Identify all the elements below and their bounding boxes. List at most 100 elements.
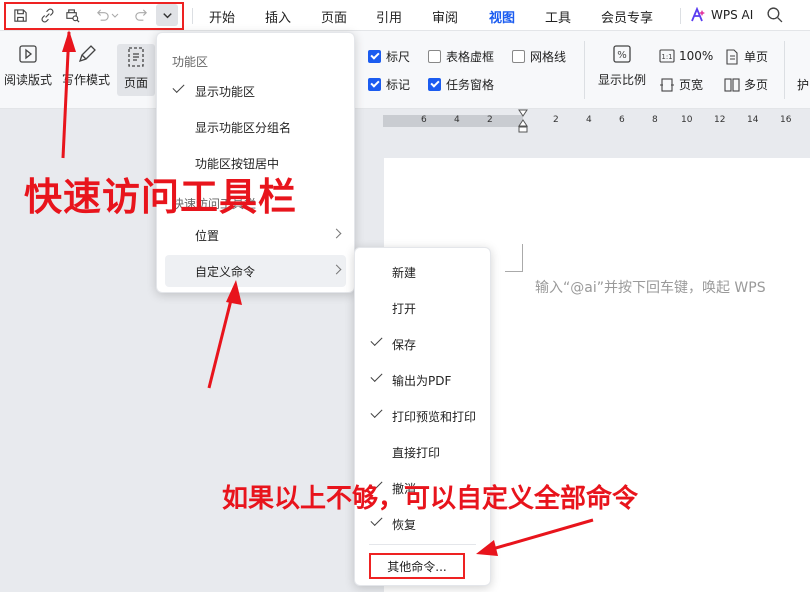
- ruler-label: 标尺: [386, 50, 411, 64]
- cmd-save[interactable]: 保存: [355, 328, 490, 360]
- menu-item-label: 显示功能区: [195, 84, 256, 99]
- zoom-100-button[interactable]: 1:1 100%: [659, 48, 713, 64]
- page-icon: [128, 47, 144, 67]
- task-pane-label: 任务窗格: [446, 78, 495, 92]
- undo-dropdown-icon[interactable]: [109, 5, 121, 25]
- check-icon: [370, 369, 383, 383]
- tab-tools[interactable]: 工具: [545, 7, 571, 26]
- page-width-label: 页宽: [679, 78, 704, 92]
- ruler-tick: 12: [714, 115, 726, 125]
- arrow-to-custom-commands: [207, 287, 236, 389]
- tab-references[interactable]: 引用: [376, 7, 402, 26]
- wps-ai-label: WPS AI: [711, 8, 754, 22]
- one-to-one-icon: 1:1: [659, 49, 675, 63]
- page-width-icon: [660, 77, 674, 92]
- multi-page-label: 多页: [744, 78, 769, 92]
- qat-customize-dropdown[interactable]: [156, 4, 178, 26]
- wps-ai-icon: [691, 7, 705, 22]
- annotation-custom-note: 如果以上不够，可以自定义全部命令: [222, 484, 639, 514]
- zoom-ratio-label: 显示比例: [598, 73, 647, 87]
- single-page-icon: [726, 48, 738, 65]
- cmd-print-preview[interactable]: 打印预览和打印: [355, 400, 490, 432]
- page-width-button[interactable]: 页宽: [659, 76, 703, 93]
- menu-item-show-ribbon[interactable]: 显示功能区: [157, 75, 354, 107]
- menu-separator: [369, 544, 476, 545]
- menu-item-label: 自定义命令: [195, 264, 256, 279]
- svg-text:%: %: [617, 50, 627, 61]
- check-icon: [370, 333, 383, 347]
- ruler-tick: 4: [586, 115, 592, 125]
- marks-label: 标记: [386, 78, 411, 92]
- ruler-checkbox[interactable]: 标尺: [368, 48, 410, 65]
- menu-item-label: 显示功能区分组名: [195, 120, 292, 135]
- gridlines-label: 网格线: [530, 50, 567, 64]
- annotation-qat-title: 快速访问工具栏: [24, 175, 298, 219]
- table-gridlines-check: [428, 50, 441, 63]
- ruler-tick: 2: [553, 115, 559, 125]
- ruler-tick: 6: [421, 115, 427, 125]
- redo-icon[interactable]: [131, 5, 151, 25]
- ruler-tick: 14: [747, 115, 759, 125]
- link-icon[interactable]: [37, 5, 57, 25]
- menu-item-position[interactable]: 位置: [157, 219, 354, 251]
- marks-check: [368, 78, 381, 91]
- wps-ai-button[interactable]: WPS AI: [690, 7, 753, 23]
- table-gridlines-label: 表格虚框: [446, 50, 495, 64]
- separator: [584, 41, 585, 99]
- tab-page[interactable]: 页面: [321, 7, 347, 26]
- tab-home[interactable]: 开始: [209, 7, 235, 26]
- task-pane-checkbox[interactable]: 任务窗格: [428, 76, 494, 93]
- menu-item-label: 新建: [392, 265, 417, 280]
- table-gridlines-checkbox[interactable]: 表格虚框: [428, 48, 494, 65]
- cmd-open[interactable]: 打开: [355, 292, 490, 324]
- gridlines-checkbox[interactable]: 网格线: [512, 48, 566, 65]
- page-view-button[interactable]: 页面: [117, 44, 155, 96]
- menu-item-label: 恢复: [392, 517, 417, 532]
- horizontal-ruler[interactable]: 6 4 2 2 4 6 8 10 12 14 16: [383, 109, 810, 133]
- zoom-100-label: 100%: [679, 49, 714, 63]
- ruler-tick: 6: [619, 115, 625, 125]
- write-mode-button[interactable]: 写作模式: [62, 43, 110, 88]
- cmd-direct-print[interactable]: 直接打印: [355, 436, 490, 468]
- print-preview-icon[interactable]: [62, 5, 82, 25]
- menu-item-label: 位置: [195, 228, 220, 243]
- menu-item-label: 打印预览和打印: [392, 409, 477, 424]
- single-page-button[interactable]: 单页: [724, 48, 768, 65]
- check-icon: [172, 80, 185, 94]
- marks-checkbox[interactable]: 标记: [368, 76, 410, 93]
- more-commands-button[interactable]: 其他命令...: [369, 553, 465, 579]
- ribbon: 阅读版式 写作模式 页面 标尺 表格虚框 网格线 标记 任务窗格 % 显示比例 …: [0, 31, 810, 109]
- tab-review[interactable]: 审阅: [432, 7, 458, 26]
- pen-icon: [78, 45, 96, 63]
- ruler-tick: 2: [487, 115, 493, 125]
- multi-page-icon: [724, 77, 740, 92]
- cmd-export-pdf[interactable]: 输出为PDF: [355, 364, 490, 396]
- tab-member[interactable]: 会员专享: [601, 7, 653, 26]
- indent-marker-icon[interactable]: [517, 109, 529, 133]
- check-icon: [370, 513, 383, 527]
- svg-text:1:1: 1:1: [661, 53, 672, 61]
- menu-item-label: 打开: [392, 301, 417, 316]
- zoom-ratio-button[interactable]: % 显示比例: [598, 43, 646, 88]
- eye-protect-label[interactable]: 护: [797, 76, 809, 93]
- qat-options-menu: 功能区 显示功能区 显示功能区分组名 功能区按钮居中 快速访问工具栏 位置 自定…: [156, 32, 355, 293]
- separator: [192, 8, 193, 24]
- custom-commands-submenu: 新建 打开 保存 输出为PDF 打印预览和打印 直接打印 撤消 恢复 其他命令.…: [354, 247, 491, 586]
- tab-insert[interactable]: 插入: [265, 7, 291, 26]
- separator: [680, 8, 681, 24]
- ribbon-section-header: 功能区: [172, 55, 209, 69]
- top-tab-bar: 开始 插入 页面 引用 审阅 视图 工具 会员专享 WPS AI: [0, 0, 810, 33]
- read-mode-button[interactable]: 阅读版式: [4, 43, 52, 88]
- page-view-label: 页面: [123, 76, 148, 90]
- save-icon[interactable]: [10, 5, 30, 25]
- search-icon[interactable]: [766, 6, 783, 26]
- chevron-right-icon: [331, 228, 342, 239]
- menu-item-show-group-names[interactable]: 显示功能区分组名: [157, 111, 354, 143]
- cmd-new[interactable]: 新建: [355, 256, 490, 288]
- margin-corner-mark: [505, 244, 523, 272]
- task-pane-check: [428, 78, 441, 91]
- read-mode-label: 阅读版式: [4, 73, 53, 87]
- tab-view[interactable]: 视图: [489, 7, 516, 33]
- multi-page-button[interactable]: 多页: [724, 76, 768, 93]
- menu-item-custom-commands[interactable]: 自定义命令: [165, 255, 346, 287]
